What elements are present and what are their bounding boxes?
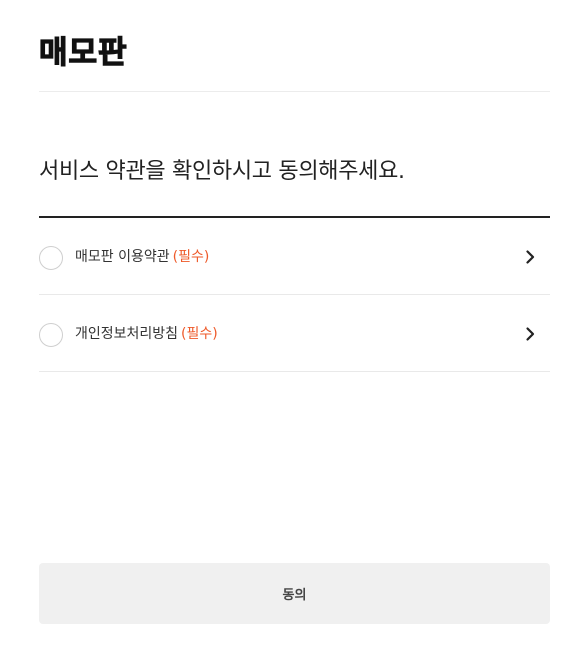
terms-of-service-checkbox[interactable]: [39, 246, 63, 270]
terms-list: 매모판 이용약관 (필수) 개인정보처리방침 (필수): [39, 218, 550, 372]
header: 매모판: [38, 0, 550, 92]
chevron-right-icon[interactable]: [522, 249, 538, 265]
terms-of-service-label: 매모판 이용약관: [75, 249, 170, 265]
privacy-policy-text: 개인정보처리방침 (필수): [75, 324, 218, 344]
logo[interactable]: 매모판: [38, 34, 128, 72]
required-badge: (필수): [181, 326, 218, 342]
page-title: 서비스 약관을 확인하시고 동의해주세요.: [39, 159, 405, 184]
agree-button[interactable]: 동의: [39, 563, 550, 624]
privacy-policy-item[interactable]: 개인정보처리방침 (필수): [39, 295, 550, 372]
required-badge: (필수): [172, 249, 210, 265]
terms-agreement-page: 매모판 서비스 약관을 확인하시고 동의해주세요. 매모판 이용약관 (필수) 개…: [0, 0, 580, 659]
terms-of-service-text: 매모판 이용약관 (필수): [75, 247, 209, 267]
privacy-policy-label: 개인정보처리방침: [75, 326, 179, 342]
terms-of-service-item[interactable]: 매모판 이용약관 (필수): [39, 218, 550, 295]
chevron-right-icon[interactable]: [522, 326, 538, 342]
privacy-policy-checkbox[interactable]: [39, 323, 63, 347]
